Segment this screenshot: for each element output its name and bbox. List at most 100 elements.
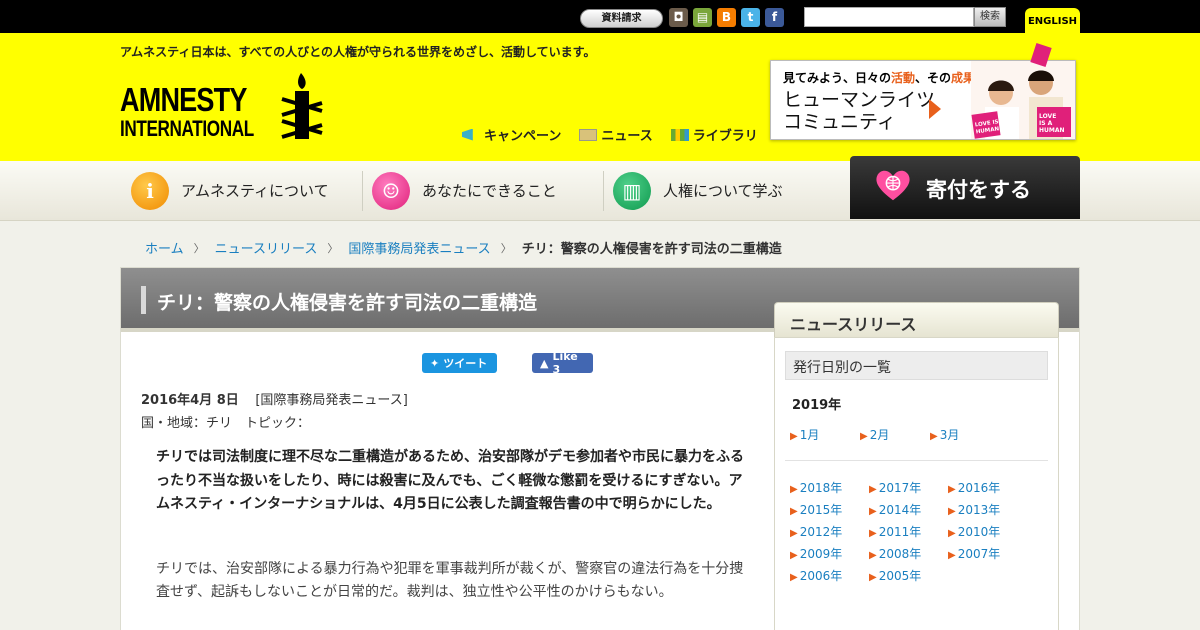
nav-item-label: アムネスティについて xyxy=(181,182,329,200)
banner-tagline: 見てみよう、日々の活動、その成果。 xyxy=(783,71,987,85)
year-label: 2007年 xyxy=(957,547,1001,561)
donate-label: 寄付をする xyxy=(926,178,1031,202)
facebook-like-button[interactable]: ▲ Like 3 xyxy=(532,350,593,376)
year-link[interactable]: ▶ 2010年 xyxy=(948,523,1000,540)
page-title: チリ：警察の人権侵害を許す司法の二重構造 xyxy=(157,292,538,314)
twitter-bird-icon: ✦ xyxy=(430,356,440,370)
human-rights-community-banner[interactable]: 見てみよう、日々の活動、その成果。 ヒューマンライツ コミュニティ LOVE I… xyxy=(770,43,1076,140)
nav-divider xyxy=(603,171,604,211)
arrow-right-icon: ▶ xyxy=(790,506,798,517)
header-link-label: ニュース xyxy=(601,129,653,144)
arrow-right-icon: ▶ xyxy=(790,484,798,495)
nav-item-label: 人権について学ぶ xyxy=(663,182,783,200)
year-label: 2008年 xyxy=(878,547,922,561)
request-materials-button[interactable]: 資料請求 xyxy=(580,9,663,28)
month-link[interactable]: ▶ 1月 xyxy=(790,426,819,443)
article-meta: 2016年4月 8日 [国際事務局発表ニュース] xyxy=(141,389,408,408)
breadcrumb-home[interactable]: ホーム xyxy=(145,238,184,257)
arrow-right-icon: ▶ xyxy=(948,528,956,539)
instagram-icon[interactable]: ◘ xyxy=(669,8,688,27)
month-label: 1月 xyxy=(799,428,820,442)
thumbs-up-icon: ▲ xyxy=(540,356,549,370)
article-region: 国・地域：チリ トピック： xyxy=(141,416,311,431)
year-link[interactable]: ▶ 2006年 xyxy=(790,567,842,584)
year-label: 2018年 xyxy=(799,481,843,495)
arrow-right-icon: ▶ xyxy=(790,528,798,539)
sidebar-current-year: 2019年 xyxy=(792,398,842,413)
nav-item-about[interactable]: i アムネスティについて xyxy=(131,161,329,220)
candle-logo-icon xyxy=(281,73,323,139)
month-label: 2月 xyxy=(869,428,890,442)
arrow-right-icon: ▶ xyxy=(790,550,798,561)
svg-text:HUMAN: HUMAN xyxy=(1039,127,1065,134)
twitter-icon[interactable]: t xyxy=(741,8,760,27)
english-link[interactable]: ENGLISH xyxy=(1025,8,1080,35)
nav-item-learn-human-rights[interactable]: ▥ 人権について学ぶ xyxy=(613,161,783,220)
svg-text:IS A: IS A xyxy=(1039,120,1053,127)
newspaper-icon xyxy=(579,128,598,141)
logo-line1: AMNESTY xyxy=(120,81,247,118)
books-icon xyxy=(670,128,689,141)
arrow-right-icon: ▶ xyxy=(869,506,877,517)
breadcrumb: ホーム 〉 ニュースリリース 〉 国際事務局発表ニュース 〉 チリ：警察の人権侵… xyxy=(145,238,782,258)
year-label: 2011年 xyxy=(878,525,922,539)
info-icon: i xyxy=(131,171,169,210)
year-label: 2009年 xyxy=(799,547,843,561)
person-icon: ☺ xyxy=(372,171,410,210)
arrow-right-icon: ▶ xyxy=(948,506,956,517)
tweet-button[interactable]: ✦ ツイート xyxy=(422,353,497,373)
sidebar-heading: 発行日別の一覧 xyxy=(785,351,1048,380)
year-link[interactable]: ▶ 2005年 xyxy=(869,567,921,584)
header-link-campaign[interactable]: キャンペーン xyxy=(462,125,561,144)
shop-cart-icon[interactable]: ▤ xyxy=(693,8,712,27)
svg-text:LOVE: LOVE xyxy=(1039,113,1056,120)
amnesty-logo[interactable]: AMNESTY INTERNATIONAL xyxy=(120,83,292,140)
article-date: 2016年4月 8日 xyxy=(141,393,239,408)
year-link[interactable]: ▶ 2016年 xyxy=(948,479,1000,496)
year-label: 2006年 xyxy=(799,569,843,583)
banner-title: ヒューマンライツ コミュニティ xyxy=(783,89,936,133)
year-link[interactable]: ▶ 2008年 xyxy=(869,545,921,562)
breadcrumb-news-release[interactable]: ニュースリリース xyxy=(215,238,318,257)
year-link[interactable]: ▶ 2015年 xyxy=(790,501,842,518)
breadcrumb-international-news[interactable]: 国際事務局発表ニュース xyxy=(348,238,490,257)
tagline: アムネスティ日本は、すべての人びとの人権が守られる世界をめざし、活動しています。 xyxy=(120,45,596,59)
chevron-right-icon: 〉 xyxy=(327,241,339,255)
nav-item-what-you-can-do[interactable]: ☺ あなたにできること xyxy=(372,161,557,220)
year-link[interactable]: ▶ 2007年 xyxy=(948,545,1000,562)
year-link[interactable]: ▶ 2013年 xyxy=(948,501,1000,518)
year-label: 2017年 xyxy=(878,481,922,495)
header-link-label: ライブラリ xyxy=(692,129,758,144)
arrow-right-icon: ▶ xyxy=(869,572,877,583)
site-header: アムネスティ日本は、すべての人びとの人権が守られる世界をめざし、活動しています。… xyxy=(0,33,1200,161)
month-link[interactable]: ▶ 2月 xyxy=(860,426,889,443)
search-input[interactable] xyxy=(804,7,974,27)
article-body: チリでは、治安部隊による暴力行為や犯罪を軍事裁判所が裁くが、警察官の違法行為を十… xyxy=(156,561,744,600)
year-link[interactable]: ▶ 2018年 xyxy=(790,479,842,496)
title-marker xyxy=(141,286,146,314)
year-link[interactable]: ▶ 2014年 xyxy=(869,501,921,518)
sidebar-divider xyxy=(785,460,1048,461)
arrow-right-icon: ▶ xyxy=(948,550,956,561)
article-category[interactable]: [国際事務局発表ニュース] xyxy=(255,393,408,408)
top-bar: 資料請求 ◘ ▤ B t f 検索 ENGLISH xyxy=(0,0,1200,35)
year-link[interactable]: ▶ 2017年 xyxy=(869,479,921,496)
arrow-right-icon: ▶ xyxy=(869,484,877,495)
header-link-library[interactable]: ライブラリ xyxy=(670,125,758,144)
book-icon: ▥ xyxy=(613,171,651,210)
tweet-label: ツイート xyxy=(443,357,488,370)
month-link[interactable]: ▶ 3月 xyxy=(930,426,959,443)
donate-button[interactable]: 寄付をする xyxy=(850,156,1080,219)
breadcrumb-current: チリ：警察の人権侵害を許す司法の二重構造 xyxy=(521,242,782,257)
year-link[interactable]: ▶ 2009年 xyxy=(790,545,842,562)
arrow-right-icon: ▶ xyxy=(948,484,956,495)
year-link[interactable]: ▶ 2011年 xyxy=(869,523,921,540)
search-button[interactable]: 検索 xyxy=(974,7,1006,27)
year-link[interactable]: ▶ 2012年 xyxy=(790,523,842,540)
activists-photo: LOVE IS A HUMAN LOVE IS A HUMAN xyxy=(971,43,1075,139)
blogger-icon[interactable]: B xyxy=(717,8,736,27)
header-link-news[interactable]: ニュース xyxy=(579,125,653,144)
sidebar-archive: 発行日別の一覧 2019年 ▶ 1月 ▶ 2月 ▶ 3月 ▶ 2018年 ▶ 2017年 … xyxy=(774,337,1059,630)
facebook-icon[interactable]: f xyxy=(765,8,784,27)
year-label: 2013年 xyxy=(957,503,1001,517)
